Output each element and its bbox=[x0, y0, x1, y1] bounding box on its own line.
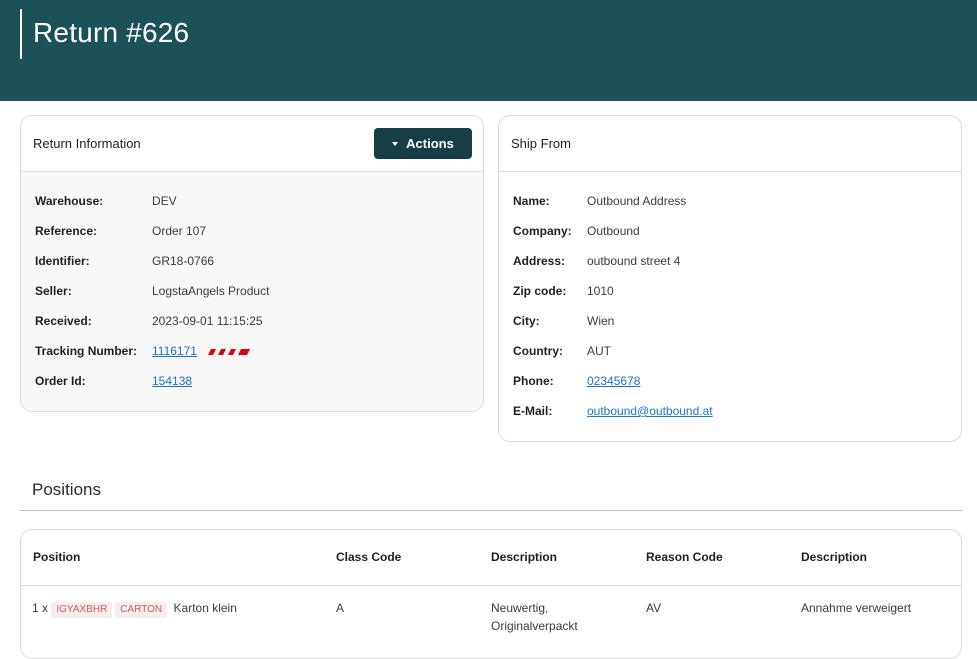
position-quantity: 1 x bbox=[32, 601, 49, 615]
field-label: Reference: bbox=[35, 224, 98, 238]
ship-from-card: Ship From Name: Outbound Address Company… bbox=[498, 115, 962, 442]
field-value: Order 107 bbox=[152, 224, 207, 238]
column-header-reason-description: Description bbox=[801, 550, 868, 564]
actions-button[interactable]: Actions bbox=[374, 128, 472, 159]
class-code-cell: A bbox=[336, 601, 345, 615]
product-name: Karton klein bbox=[173, 601, 237, 615]
positions-heading: Positions bbox=[32, 480, 101, 499]
column-header-position: Position bbox=[33, 550, 81, 564]
actions-button-label: Actions bbox=[406, 136, 454, 151]
field-label: Zip code: bbox=[513, 284, 567, 298]
field-value: GR18-0766 bbox=[152, 254, 215, 268]
field-label: Tracking Number: bbox=[35, 344, 138, 358]
field-label: Phone: bbox=[513, 374, 554, 388]
field-label: Company: bbox=[513, 224, 572, 238]
field-label: E-Mail: bbox=[513, 404, 553, 418]
column-header-reason-code: Reason Code bbox=[646, 550, 723, 564]
description-cell: Neuwertig, Originalverpackt bbox=[491, 599, 578, 635]
order-id-link[interactable]: 154138 bbox=[152, 373, 192, 389]
return-information-header: Return Information Actions bbox=[21, 116, 483, 172]
reason-code-cell: AV bbox=[646, 601, 662, 615]
field-value: LogstaAngels Product bbox=[152, 284, 270, 298]
field-value: Outbound Address bbox=[587, 194, 687, 208]
field-value: 1010 bbox=[587, 284, 614, 298]
dhl-logo-icon bbox=[206, 346, 253, 357]
positions-table-header: Position Class Code Description Reason C… bbox=[21, 530, 961, 586]
column-header-class-code: Class Code bbox=[336, 550, 402, 564]
tracking-value: 1116171 bbox=[152, 343, 253, 359]
field-label: City: bbox=[513, 314, 540, 328]
field-tracking-number: Tracking Number: 1116171 bbox=[35, 343, 335, 359]
return-information-title: Return Information bbox=[33, 136, 141, 151]
page-title: Return #626 bbox=[33, 17, 190, 48]
field-label: Seller: bbox=[35, 284, 72, 298]
return-information-body: Warehouse: DEV Reference: Order 107 Iden… bbox=[21, 172, 483, 411]
email-link[interactable]: outbound@outbound.at bbox=[587, 403, 713, 419]
field-value: DEV bbox=[152, 194, 177, 208]
reason-description-cell: Annahme verweigert bbox=[801, 601, 912, 615]
field-value: AUT bbox=[587, 344, 611, 358]
page-header: Return #626 bbox=[0, 0, 977, 101]
packaging-tag: CARTON bbox=[115, 602, 168, 618]
field-label: Address: bbox=[513, 254, 566, 268]
sku-tag: IGYAXBHR bbox=[51, 602, 113, 618]
tracking-number-link[interactable]: 1116171 bbox=[152, 344, 197, 358]
description-line: Neuwertig, bbox=[491, 601, 549, 615]
field-label: Identifier: bbox=[35, 254, 90, 268]
field-label: Order Id: bbox=[35, 374, 86, 388]
position-cell: 1 x IGYAXBHR CARTON Karton klein bbox=[32, 599, 237, 618]
header-accent-bar bbox=[20, 9, 22, 59]
field-label: Received: bbox=[35, 314, 92, 328]
phone-link[interactable]: 02345678 bbox=[587, 373, 640, 389]
field-label: Warehouse: bbox=[35, 194, 104, 208]
column-header-description: Description bbox=[491, 550, 558, 564]
field-value: outbound street 4 bbox=[587, 254, 681, 268]
field-value: Outbound bbox=[587, 224, 640, 238]
field-label: Country: bbox=[513, 344, 563, 358]
field-value: 2023-09-01 11:15:25 bbox=[152, 314, 263, 328]
field-label: Name: bbox=[513, 194, 550, 208]
ship-from-header: Ship From bbox=[499, 116, 961, 172]
field-value: Wien bbox=[587, 314, 615, 328]
return-information-card: Return Information Actions Warehouse: DE… bbox=[20, 115, 484, 412]
positions-table: Position Class Code Description Reason C… bbox=[20, 529, 962, 659]
caret-down-icon bbox=[392, 141, 399, 146]
section-divider bbox=[20, 510, 962, 511]
description-line: Originalverpackt bbox=[491, 619, 578, 633]
ship-from-title: Ship From bbox=[511, 136, 571, 151]
